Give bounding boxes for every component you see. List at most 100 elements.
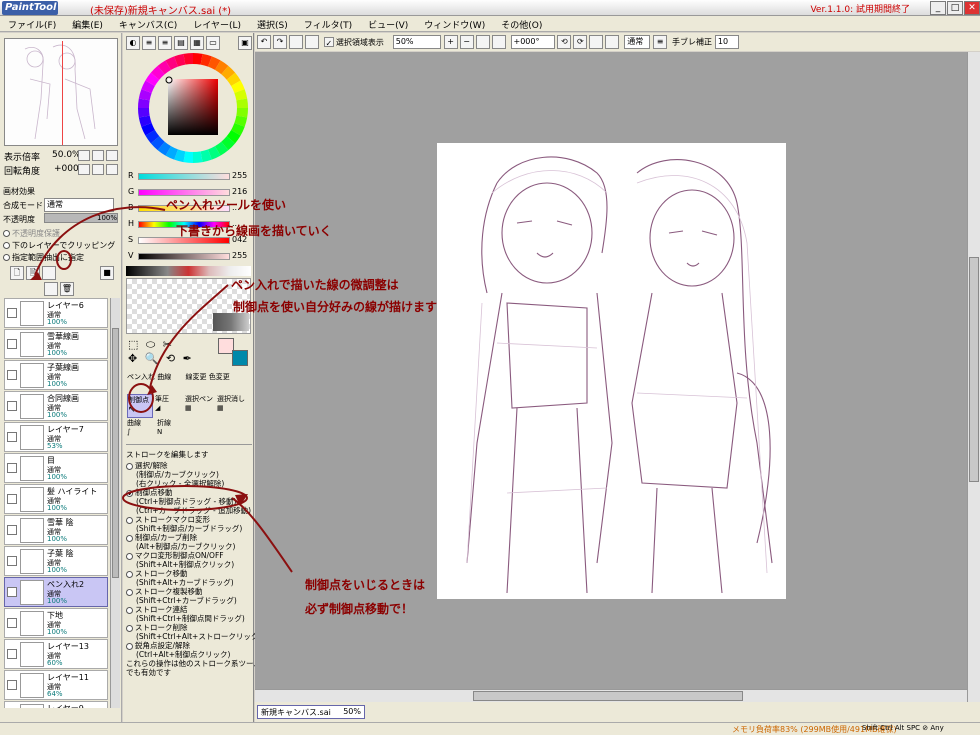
layer-visibility-checkbox[interactable] (7, 587, 17, 597)
select-pen-tool[interactable]: 選択ペン ▦ (185, 394, 213, 412)
layer-visibility-checkbox[interactable] (7, 556, 17, 566)
rotate-left-button[interactable]: ⟲ (557, 35, 572, 49)
layer-visibility-checkbox[interactable] (7, 308, 17, 318)
invert-select-button[interactable] (305, 35, 319, 49)
scratchpad-tab[interactable]: ▭ (206, 36, 220, 50)
color-wheel[interactable] (137, 52, 249, 164)
maximize-button[interactable]: □ (947, 1, 963, 15)
horizontal-scrollbar[interactable] (255, 689, 967, 702)
layer-visibility-checkbox[interactable] (7, 680, 17, 690)
slider-g-track[interactable] (138, 189, 230, 196)
delete-layer-button[interactable]: 🗑 (60, 282, 74, 296)
navigator-preview[interactable] (4, 38, 118, 146)
layer-visibility-checkbox[interactable] (7, 649, 17, 659)
layer-row[interactable]: 合同線画 通常 100% (4, 391, 108, 421)
horizontal-scroll-thumb[interactable] (473, 691, 743, 701)
menu-canvas[interactable]: キャンバス(C) (111, 16, 185, 31)
layer-row[interactable]: 髪 ハイライト 通常 100% (4, 484, 108, 514)
nav-rotate-reset-button[interactable] (106, 164, 118, 175)
close-button[interactable]: ✕ (964, 1, 980, 15)
layer-scrollbar[interactable] (110, 298, 120, 708)
undo-button[interactable]: ↶ (257, 35, 271, 49)
slider-r-track[interactable] (138, 173, 230, 180)
rotate-right-button[interactable]: ⟳ (573, 35, 588, 49)
vertical-scrollbar[interactable] (967, 52, 980, 702)
nav-rotate-left-button[interactable] (78, 164, 90, 175)
menu-edit[interactable]: 編集(E) (64, 16, 111, 31)
hsv-slider-tab[interactable]: ≡ (158, 36, 172, 50)
redo-button[interactable]: ↷ (273, 35, 287, 49)
slider-v[interactable]: V 255 (126, 250, 252, 264)
show-selection-checkbox[interactable]: ✓ (323, 37, 334, 48)
opacity-slider[interactable]: 100% (44, 213, 118, 223)
layer-row[interactable]: 目通常 100% (4, 453, 108, 483)
layer-visibility-checkbox[interactable] (7, 494, 17, 504)
zoom-fit-button[interactable] (491, 35, 506, 49)
stabilizer-select[interactable]: 10 (714, 35, 739, 49)
vertical-scroll-thumb[interactable] (969, 257, 979, 482)
polyline-tool[interactable]: 折線 N (157, 418, 171, 436)
palette-tab[interactable]: ▦ (190, 36, 204, 50)
color-panel-menu-button[interactable]: ▣ (238, 36, 252, 50)
menu-other[interactable]: その他(O) (493, 16, 550, 31)
layer-visibility-checkbox[interactable] (7, 618, 17, 628)
layer-visibility-checkbox[interactable] (7, 370, 17, 380)
clipping-option[interactable]: 下のレイヤーでクリッピング (3, 240, 115, 251)
merge-down-button[interactable] (44, 282, 58, 296)
zoom-input[interactable]: 50% (392, 35, 441, 49)
blend-button[interactable]: ≡ (653, 35, 668, 49)
curve-tool[interactable]: 曲線 ∫ (127, 418, 141, 436)
preserve-opacity-option[interactable]: 不透明度保護 (3, 228, 60, 239)
layer-row[interactable]: 子葉 陰通常 100% (4, 546, 108, 576)
layer-row[interactable]: 雪華 陰通常 100% (4, 515, 108, 545)
color-swatch-row[interactable] (126, 266, 251, 276)
deselect-button[interactable] (289, 35, 303, 49)
rotation-input[interactable]: +000° (510, 35, 555, 49)
menu-view[interactable]: ビュー(V) (360, 16, 416, 31)
layer-row[interactable]: レイヤー13 通常 60% (4, 639, 108, 669)
nav-zoom-in-button[interactable] (78, 150, 90, 161)
menu-window[interactable]: ウィンドウ(W) (416, 16, 493, 31)
slider-v-track[interactable] (138, 253, 230, 260)
slider-r[interactable]: R 255 (126, 170, 252, 184)
flip-button[interactable] (605, 35, 620, 49)
zoom-out-button[interactable]: − (459, 35, 474, 49)
nav-zoom-out-button[interactable] (92, 150, 104, 161)
selection-tools[interactable]: ⬚ ⬭ ✂ ✥ 🔍 ⟲ ✒ (128, 338, 220, 368)
new-folder-button[interactable] (42, 266, 56, 280)
layer-mask-button[interactable]: ■ (100, 266, 114, 280)
layer-visibility-checkbox[interactable] (7, 432, 17, 442)
swatch-tab[interactable]: ▤ (174, 36, 188, 50)
texture-label[interactable]: 画材効果 (3, 186, 35, 197)
layer-row[interactable]: 子葉線画 通常 100% (4, 360, 108, 390)
tool-line-change-tab[interactable]: 線変更 (185, 373, 206, 381)
minimize-button[interactable]: _ (930, 1, 946, 15)
rotate-reset-button[interactable] (589, 35, 604, 49)
layer-visibility-checkbox[interactable] (7, 463, 17, 473)
zoom-in-button[interactable]: + (443, 35, 458, 49)
menu-filter[interactable]: フィルタ(T) (296, 16, 360, 31)
nav-rotate-right-button[interactable] (92, 164, 104, 175)
tool-color-change-tab[interactable]: 色変更 (209, 373, 230, 381)
layer-row[interactable]: レイヤー11 通常 64% (4, 670, 108, 700)
canvas-paper[interactable] (437, 143, 786, 599)
selection-source-option[interactable]: 指定範囲抽出に指定 (3, 252, 84, 263)
rgb-slider-tab[interactable]: ≡ (142, 36, 156, 50)
layer-row[interactable]: レイヤー6 通常 100% (4, 298, 108, 328)
document-tab[interactable]: 新規キャンバス.sai 50% (257, 705, 365, 719)
blend-mode-select[interactable]: 通常 (44, 198, 114, 212)
layer-row[interactable]: 下地 通常 100% (4, 608, 108, 638)
layer-visibility-checkbox[interactable] (7, 401, 17, 411)
control-point-tool[interactable]: 制御点 ↖ (127, 394, 153, 418)
layer-visibility-checkbox[interactable] (7, 525, 17, 535)
nav-zoom-reset-button[interactable] (106, 150, 118, 161)
layer-row[interactable]: 雪華線画 通常 100% (4, 329, 108, 359)
menu-select[interactable]: 選択(S) (249, 16, 296, 31)
new-layer-button[interactable]: 🗋 (10, 266, 24, 280)
pressure-tool[interactable]: 筆圧 ◢ (155, 394, 169, 412)
select-eraser-tool[interactable]: 選択消し ▦ (217, 394, 245, 412)
tool-curve-tab[interactable]: 曲線 (157, 373, 171, 381)
layer-row[interactable]: レイヤー9 (4, 701, 108, 708)
menu-file[interactable]: ファイル(F) (0, 16, 64, 31)
menu-layer[interactable]: レイヤー(L) (185, 16, 249, 31)
